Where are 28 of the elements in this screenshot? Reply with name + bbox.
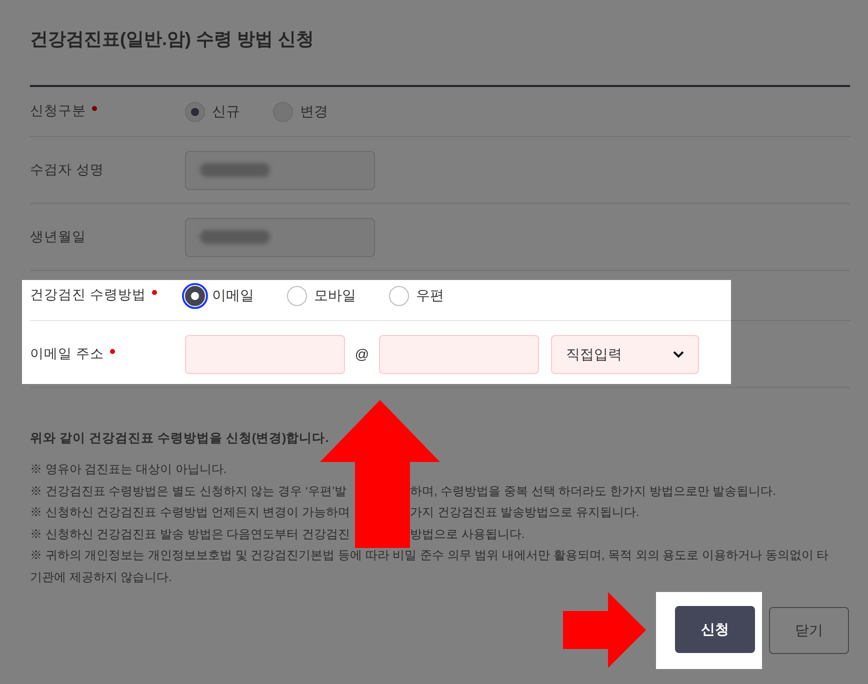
radio-button[interactable] (185, 102, 205, 122)
page-title: 건강검진표(일반.암) 수령 방법 신청 (30, 28, 315, 51)
domain-select[interactable]: 직접입력 (551, 334, 699, 374)
notice-text: ※ 영유아 검진표는 대상이 아닙니다. (30, 461, 227, 478)
notice-text: ※ 신청하신 건강검진표 수령방법 언제든지 변경이 가능하며 (30, 504, 352, 521)
field-label: 생년월일 (30, 228, 86, 246)
action-button[interactable]: 닫기 (769, 607, 849, 654)
action-button[interactable]: 신청 (675, 606, 755, 653)
notice-text: ※ 건강검진표 수령방법은 별도 신청하지 않는 경우 ‘우편’발 (30, 482, 348, 500)
at-sign: @ (354, 344, 370, 364)
radio-label: 이메일 (212, 286, 254, 305)
field-label: 신청구분 (30, 102, 86, 120)
notice-text: 방법으로 사용됩니다. (409, 526, 525, 542)
radio-label: 신규 (212, 102, 240, 121)
radio-label: 우편 (416, 286, 444, 305)
field-label: 수검자 성명 (30, 160, 104, 179)
radio-label: 모바일 (314, 286, 356, 305)
chevron-down-icon (673, 350, 684, 358)
input-field[interactable] (185, 218, 375, 256)
notice-text: ※ 귀하의 개인정보는 개인정보보호법 및 건강검진기본법 등에 따라 비밀 준수 의무 범위 내에서만 활용되며, 목적 외의 용도로 이용하거나 동의없이 타 기관에 제공하지 않습니다. (30, 547, 830, 586)
notice-text: 가지 건강검진표 발송방법으로 유지됩니다. (409, 504, 640, 521)
field-label: 이메일 주소 (30, 344, 104, 363)
field-label: 건강검진 수령방법 (30, 286, 146, 304)
notice-heading: 위와 같이 건강검진표 수령방법을 신청(변경)합니다. (30, 430, 330, 447)
radio-label: 변경 (300, 102, 328, 121)
notice-text: ※ 신청하신 건강검진표 발송 방법은 다음연도부터 건강검진 (30, 526, 352, 542)
input-field[interactable] (185, 150, 375, 190)
notice-text: 하며, 수령방법을 중복 선택 하더라도 한가지 방법으로만 발송됩니다. (409, 482, 776, 500)
